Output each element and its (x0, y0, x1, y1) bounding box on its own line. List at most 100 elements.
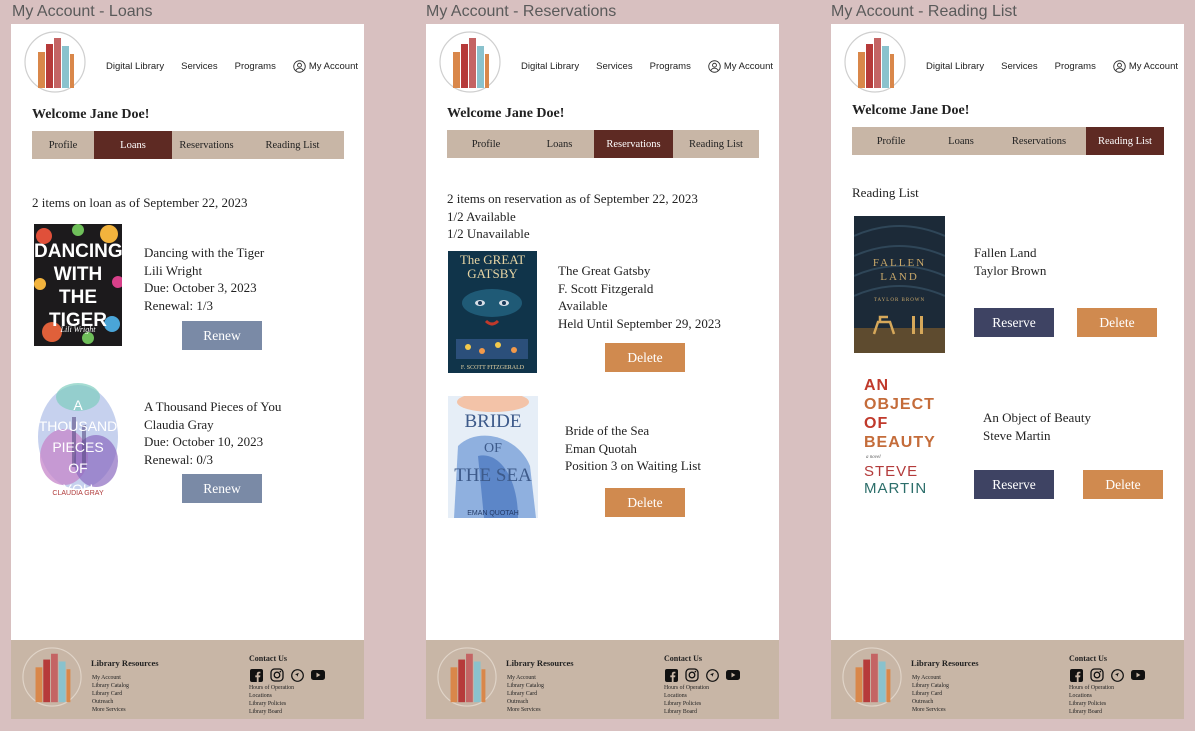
facebook-icon[interactable] (1070, 668, 1083, 682)
footer-link-more-services[interactable]: More Services (92, 706, 129, 714)
renew-button[interactable]: Renew (182, 474, 262, 503)
youtube-icon[interactable] (726, 670, 740, 680)
book-title[interactable]: Bride of the Sea (565, 422, 701, 440)
book-title[interactable]: An Object of Beauty (983, 409, 1091, 427)
delete-button[interactable]: Delete (605, 343, 685, 372)
footer-link-outreach[interactable]: Outreach (92, 698, 129, 706)
footer-link-library-policies[interactable]: Library Policies (1069, 700, 1114, 708)
tab-loans[interactable]: Loans (930, 127, 992, 155)
delete-button[interactable]: Delete (1077, 308, 1157, 337)
nav-digital-library[interactable]: Digital Library (521, 61, 579, 72)
frame-title-loans: My Account - Loans (12, 3, 153, 20)
footer-link-hours[interactable]: Hours of Operation (249, 684, 294, 692)
instagram-icon[interactable] (270, 668, 284, 682)
footer-link-more-services[interactable]: More Services (507, 706, 544, 714)
library-logo[interactable] (843, 30, 907, 94)
cover-title-line: GATSBY (467, 266, 518, 281)
youtube-icon[interactable] (311, 670, 325, 680)
tab-reading-list[interactable]: Reading List (673, 130, 759, 158)
instagram-icon[interactable] (685, 668, 699, 682)
main-nav: Digital Library Services Programs My Acc… (926, 60, 1178, 73)
footer-logo[interactable] (436, 646, 498, 708)
nav-services[interactable]: Services (596, 61, 632, 72)
nav-my-account[interactable]: My Account (293, 60, 358, 73)
library-logo[interactable] (23, 30, 87, 94)
tab-reading-list[interactable]: Reading List (241, 131, 344, 159)
footer-link-library-catalog[interactable]: Library Catalog (92, 682, 129, 690)
youtube-icon[interactable] (1131, 670, 1145, 680)
footer-link-library-card[interactable]: Library Card (92, 690, 129, 698)
footer-link-library-card[interactable]: Library Card (912, 690, 949, 698)
footer-link-library-board[interactable]: Library Board (1069, 708, 1114, 716)
nav-services[interactable]: Services (181, 61, 217, 72)
nav-digital-library[interactable]: Digital Library (926, 61, 984, 72)
waiting-list-position: Position 3 on Waiting List (565, 458, 701, 473)
reservation-book-info: The Great Gatsby F. Scott Fitzgerald Ava… (558, 262, 721, 332)
cover-title-line: PIECES (52, 439, 104, 455)
reservation-count: 2 items on reservation as of September 2… (447, 191, 698, 206)
library-logo[interactable] (438, 30, 502, 94)
cover-title-line: THE SEA (454, 465, 532, 486)
tab-reservations[interactable]: Reservations (992, 127, 1086, 155)
book-cover-a-thousand-pieces-of-you[interactable]: A THOUSAND PIECES OF YOU CLAUDIA GRAY (34, 377, 122, 499)
footer-link-library-board[interactable]: Library Board (664, 708, 709, 716)
book-cover-an-object-of-beauty[interactable]: AN OBJECT OF BEAUTY a novel STEVE MARTIN (854, 374, 946, 502)
footer-link-library-catalog[interactable]: Library Catalog (507, 682, 544, 690)
footer-link-locations[interactable]: Locations (1069, 692, 1114, 700)
footer-link-outreach[interactable]: Outreach (507, 698, 544, 706)
book-cover-fallen-land[interactable]: FALLEN LAND TAYLOR BROWN (854, 216, 945, 353)
nav-programs[interactable]: Programs (1055, 61, 1096, 72)
book-cover-dancing-with-the-tiger[interactable]: DANCING WITH THE TIGER Lili Wright (34, 224, 122, 346)
tripadvisor-icon[interactable] (1111, 668, 1124, 682)
delete-button[interactable]: Delete (605, 488, 685, 517)
footer-link-my-account[interactable]: My Account (92, 674, 129, 682)
footer-link-library-card[interactable]: Library Card (507, 690, 544, 698)
footer-resources-title: Library Resources (91, 658, 159, 668)
tab-profile[interactable]: Profile (852, 127, 930, 155)
facebook-icon[interactable] (665, 668, 678, 682)
footer-logo[interactable] (21, 646, 83, 708)
footer-link-hours[interactable]: Hours of Operation (664, 684, 709, 692)
nav-my-account[interactable]: My Account (708, 60, 773, 73)
nav-my-account[interactable]: My Account (1113, 60, 1178, 73)
tab-profile[interactable]: Profile (447, 130, 525, 158)
book-title[interactable]: Fallen Land (974, 244, 1046, 262)
footer-link-hours[interactable]: Hours of Operation (1069, 684, 1114, 692)
tab-reservations[interactable]: Reservations (594, 130, 673, 158)
book-cover-the-great-gatsby[interactable]: The GREAT GATSBY F. SCOTT FITZGERALD (448, 251, 537, 373)
footer-link-my-account[interactable]: My Account (912, 674, 949, 682)
book-cover-bride-of-the-sea[interactable]: BRIDE OF THE SEA EMAN QUOTAH (448, 396, 538, 518)
tripadvisor-icon[interactable] (291, 668, 304, 682)
nav-programs[interactable]: Programs (650, 61, 691, 72)
facebook-icon[interactable] (250, 668, 263, 682)
nav-programs[interactable]: Programs (235, 61, 276, 72)
tab-loans[interactable]: Loans (525, 130, 594, 158)
footer-link-locations[interactable]: Locations (664, 692, 709, 700)
book-title[interactable]: A Thousand Pieces of You (144, 398, 281, 416)
footer-link-my-account[interactable]: My Account (507, 674, 544, 682)
delete-button[interactable]: Delete (1083, 470, 1163, 499)
reserve-button[interactable]: Reserve (974, 470, 1054, 499)
footer-link-library-catalog[interactable]: Library Catalog (912, 682, 949, 690)
book-title[interactable]: The Great Gatsby (558, 262, 721, 280)
loan-book-info: A Thousand Pieces of You Claudia Gray Du… (144, 398, 281, 468)
footer-link-library-policies[interactable]: Library Policies (249, 700, 294, 708)
tab-profile[interactable]: Profile (32, 131, 94, 159)
tripadvisor-icon[interactable] (706, 668, 719, 682)
book-title[interactable]: Dancing with the Tiger (144, 244, 264, 262)
footer-logo[interactable] (841, 646, 903, 708)
tab-loans[interactable]: Loans (94, 131, 172, 159)
footer-link-more-services[interactable]: More Services (912, 706, 949, 714)
footer-link-library-policies[interactable]: Library Policies (664, 700, 709, 708)
account-tabs: Profile Loans Reservations Reading List (852, 127, 1164, 155)
tab-reading-list[interactable]: Reading List (1086, 127, 1164, 155)
footer-link-locations[interactable]: Locations (249, 692, 294, 700)
footer-link-outreach[interactable]: Outreach (912, 698, 949, 706)
reserve-button[interactable]: Reserve (974, 308, 1054, 337)
nav-services[interactable]: Services (1001, 61, 1037, 72)
footer-link-library-board[interactable]: Library Board (249, 708, 294, 716)
renew-button[interactable]: Renew (182, 321, 262, 350)
nav-digital-library[interactable]: Digital Library (106, 61, 164, 72)
instagram-icon[interactable] (1090, 668, 1104, 682)
tab-reservations[interactable]: Reservations (172, 131, 241, 159)
